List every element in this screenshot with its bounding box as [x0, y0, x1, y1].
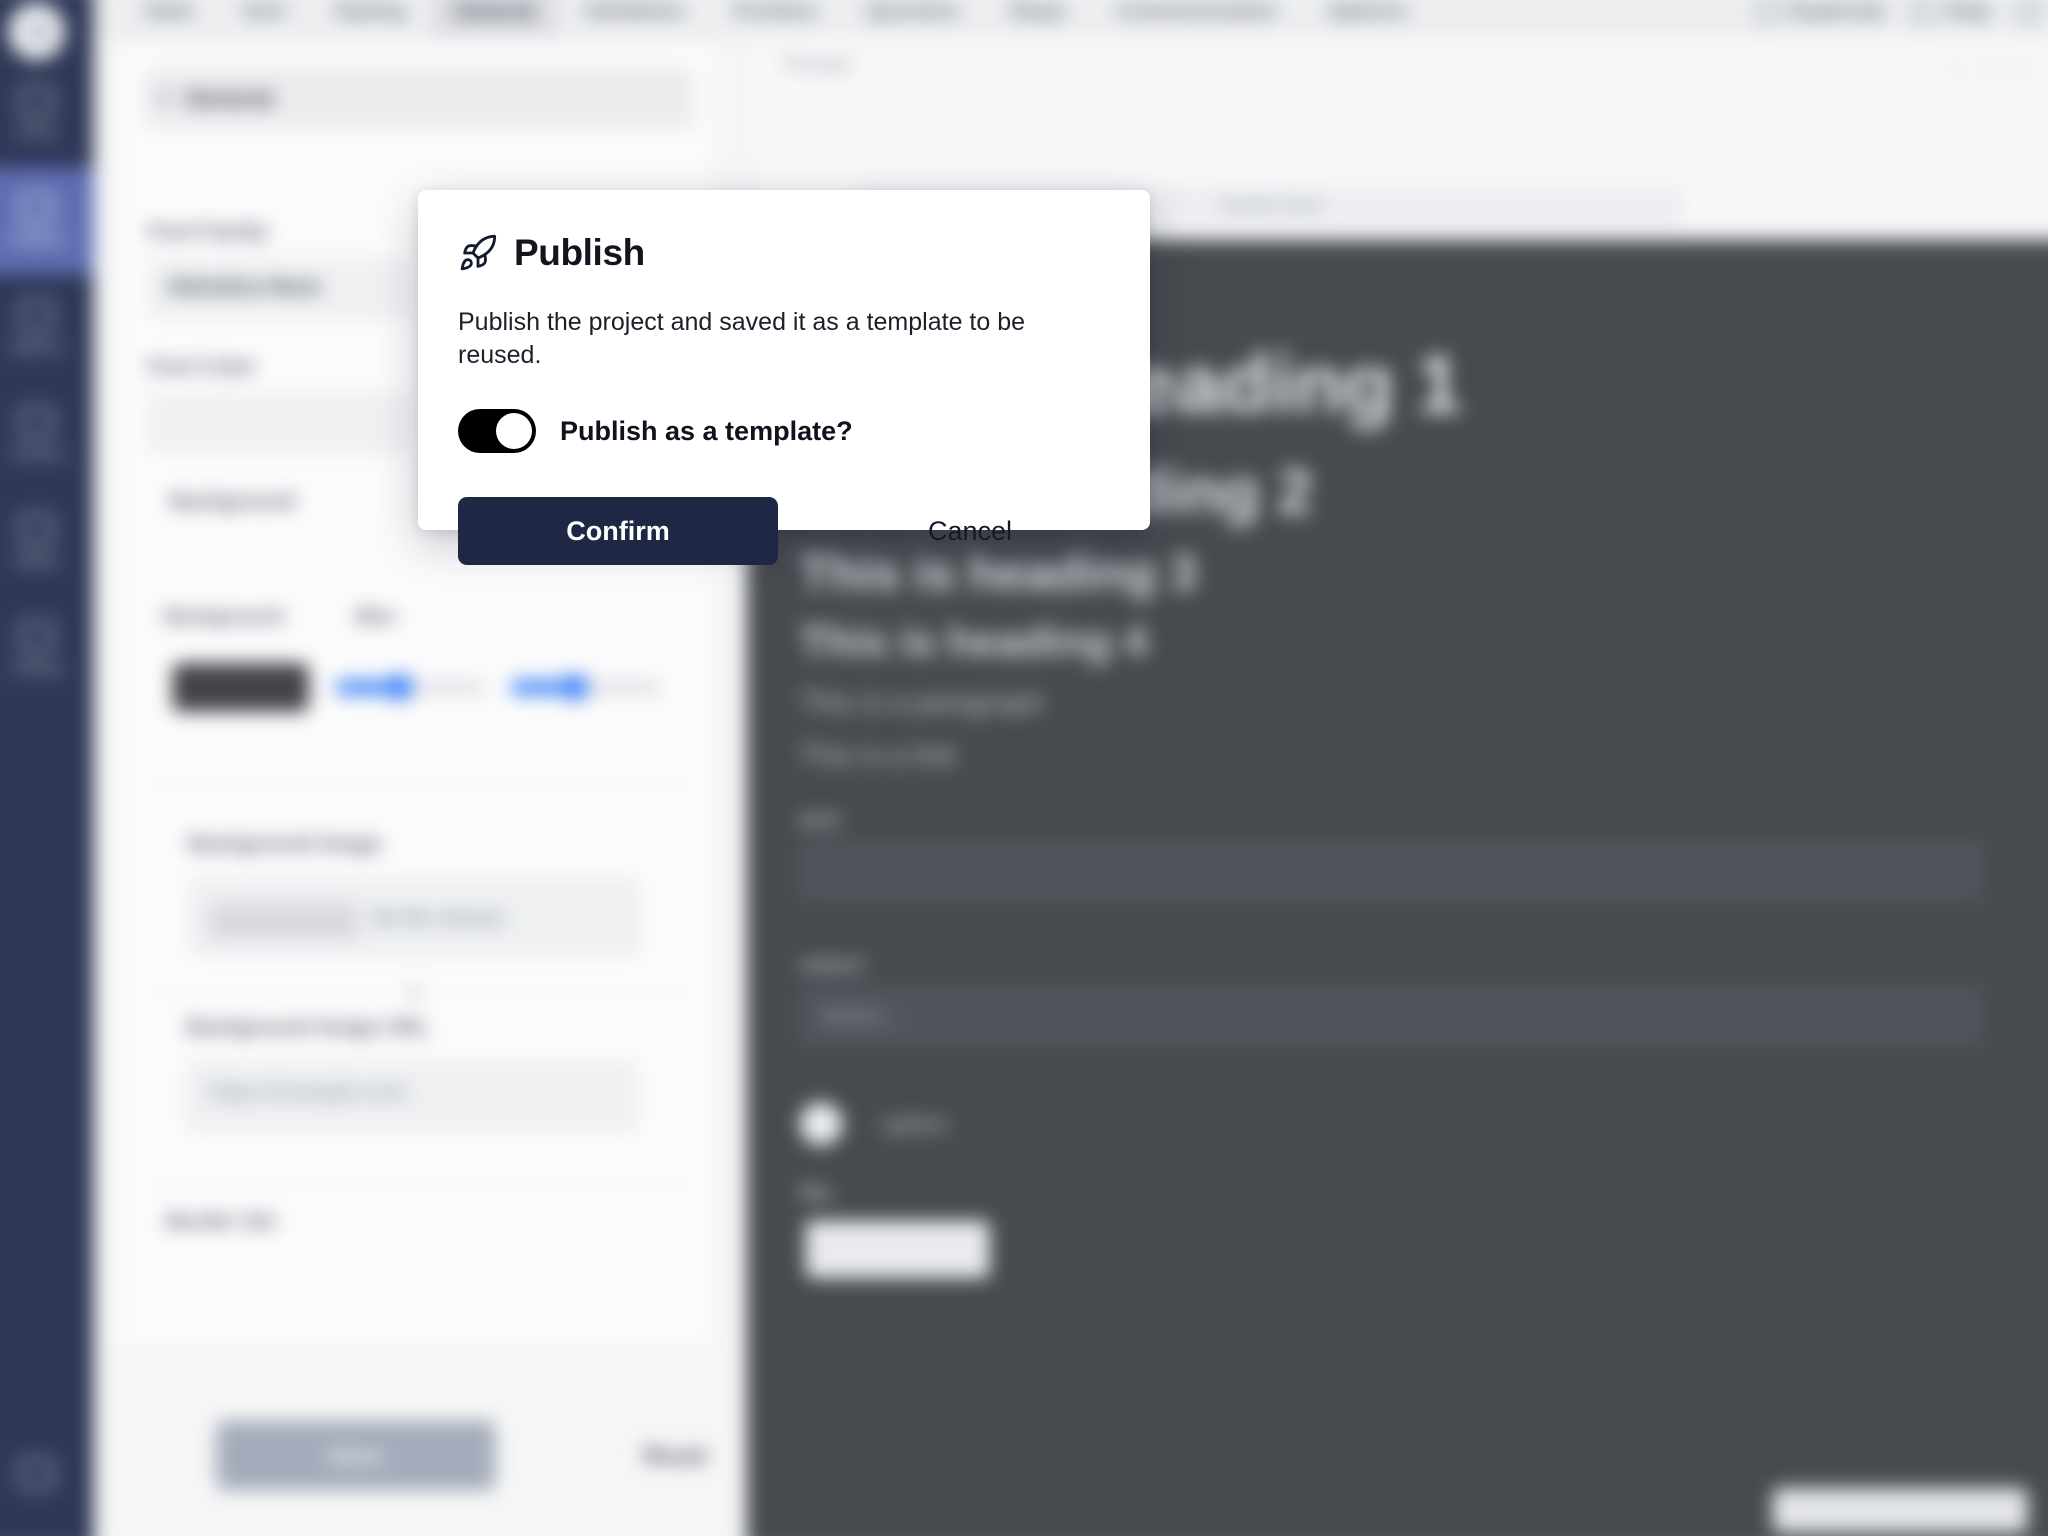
dialog-actions: Confirm Cancel [458, 497, 1110, 565]
rocket-icon [460, 234, 497, 271]
publish-dialog: Publish Publish the project and saved it… [418, 190, 1150, 565]
template-toggle-row: Publish as a template? [458, 409, 1110, 453]
dialog-description: Publish the project and saved it as a te… [458, 308, 1026, 369]
publish-as-template-label: Publish as a template? [560, 415, 853, 446]
toggle-knob [496, 413, 532, 449]
confirm-button[interactable]: Confirm [458, 497, 778, 565]
app-root: ◑ Home Projects Options Content Media Se… [0, 0, 2048, 1536]
cancel-button[interactable]: Cancel [860, 497, 1080, 565]
publish-as-template-toggle[interactable] [458, 409, 536, 453]
dialog-header: Publish [458, 232, 1110, 274]
dialog-title: Publish [514, 232, 645, 273]
